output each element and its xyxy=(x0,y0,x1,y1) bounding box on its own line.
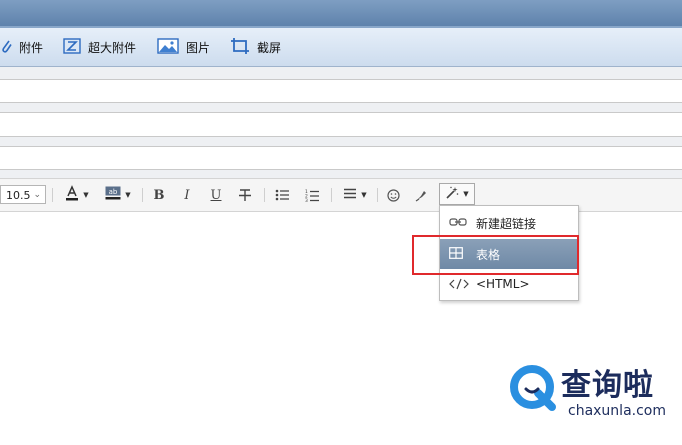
emoji-icon[interactable] xyxy=(384,186,402,204)
insert-dropdown-menu: 新建超链接 表格 <HTML> xyxy=(439,205,579,301)
big-attachment-icon xyxy=(63,37,81,57)
field-gap xyxy=(0,137,682,146)
insert-menu-button[interactable]: ▼ xyxy=(439,183,475,205)
menu-item-label: 表格 xyxy=(476,248,501,262)
picture-icon xyxy=(157,37,179,57)
picture-label: 图片 xyxy=(186,40,211,55)
svg-text:3: 3 xyxy=(305,198,308,202)
font-color-icon xyxy=(65,185,79,205)
menu-item-label: 新建超链接 xyxy=(476,217,537,231)
recipient-field[interactable] xyxy=(0,79,682,103)
watermark-url: chaxunla.com xyxy=(568,403,666,419)
toolbar-separator xyxy=(142,188,143,202)
highlight-color-icon: ab xyxy=(105,186,121,204)
caret-down-icon: ▼ xyxy=(463,190,469,198)
paperclip-icon xyxy=(0,38,12,57)
font-size-select[interactable]: 10.5 ⌄ xyxy=(0,185,46,204)
code-icon xyxy=(449,278,469,293)
toolbar-separator xyxy=(377,188,378,202)
watermark: 查询啦 chaxunla.com xyxy=(508,360,678,430)
strikethrough-icon[interactable] xyxy=(236,186,254,204)
font-size-value: 10.5 xyxy=(6,189,31,202)
font-color-button[interactable]: ▼ xyxy=(60,185,94,205)
watermark-logo-icon xyxy=(510,365,556,411)
big-attach-label: 超大附件 xyxy=(88,40,137,55)
toolbar-separator xyxy=(52,188,53,202)
screenshot-label: 截屏 xyxy=(257,40,282,55)
attachment-toolbar: 附件 超大附件 图片 截屏 xyxy=(0,28,682,67)
bold-icon[interactable]: B xyxy=(150,186,168,204)
watermark-text: 查询啦 xyxy=(561,368,654,403)
attach-button[interactable]: 附件 xyxy=(0,37,43,57)
crop-icon xyxy=(230,37,250,58)
caret-down-icon: ▼ xyxy=(361,191,367,199)
table-icon xyxy=(449,247,463,262)
big-attach-button[interactable]: 超大附件 xyxy=(63,37,136,57)
align-button[interactable]: ▼ xyxy=(339,186,371,204)
picture-button[interactable]: 图片 xyxy=(157,37,210,57)
screenshot-button[interactable]: 截屏 xyxy=(230,37,281,57)
numbered-list-icon[interactable]: 123 xyxy=(302,186,322,204)
stationery-icon[interactable] xyxy=(412,186,430,204)
italic-icon[interactable]: I xyxy=(178,186,196,204)
caret-down-icon: ▼ xyxy=(83,191,89,199)
menu-item-html[interactable]: <HTML> xyxy=(440,270,578,300)
link-icon xyxy=(449,216,467,231)
menu-item-table[interactable]: 表格 xyxy=(440,239,578,269)
field-gap xyxy=(0,103,682,112)
underline-icon[interactable]: U xyxy=(207,186,225,204)
menu-item-label: <HTML> xyxy=(476,277,530,291)
field-gap xyxy=(0,67,682,79)
toolbar-separator xyxy=(264,188,265,202)
attach-label: 附件 xyxy=(19,40,44,55)
bullet-list-icon[interactable] xyxy=(272,186,292,204)
field-gap xyxy=(0,170,682,178)
magic-wand-icon xyxy=(445,185,459,204)
svg-text:ab: ab xyxy=(109,188,118,196)
subject-field[interactable] xyxy=(0,146,682,170)
caret-down-icon: ▼ xyxy=(125,191,131,199)
menu-item-new-hyperlink[interactable]: 新建超链接 xyxy=(440,208,578,238)
window-title-bar xyxy=(0,0,682,28)
toolbar-separator xyxy=(331,188,332,202)
highlight-color-button[interactable]: ab ▼ xyxy=(100,186,136,204)
format-toolbar: 10.5 ⌄ ▼ ab ▼ B I U 123 ▼ xyxy=(0,178,682,212)
cc-field[interactable] xyxy=(0,112,682,137)
chevron-down-icon: ⌄ xyxy=(33,190,41,200)
align-icon xyxy=(343,188,357,203)
